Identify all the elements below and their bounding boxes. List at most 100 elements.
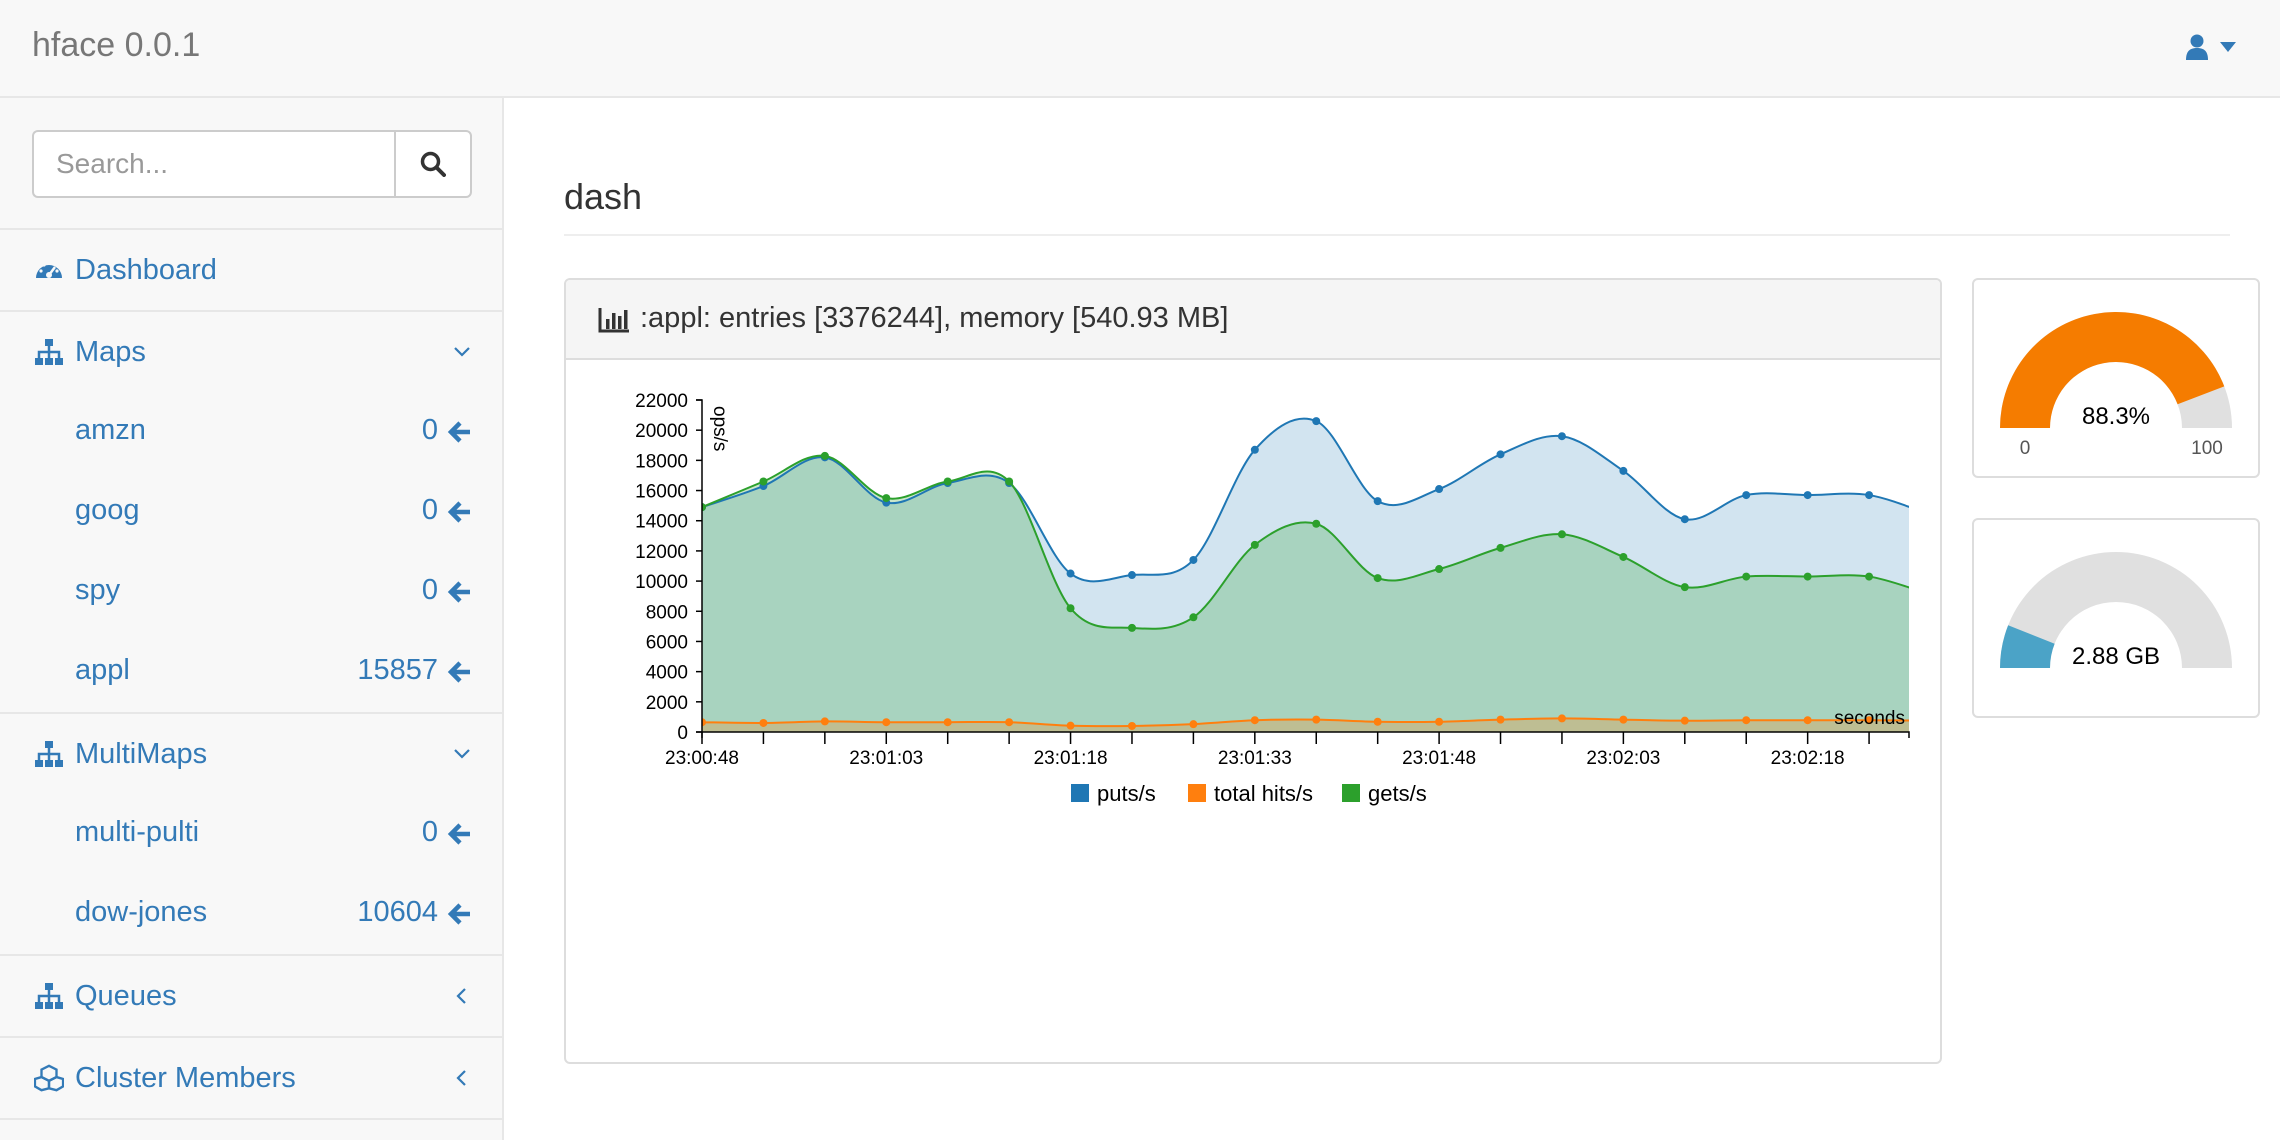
data-point-getss xyxy=(820,451,829,460)
x-tick-label: 23:01:33 xyxy=(1218,748,1292,769)
multimap-count: 10604 xyxy=(357,896,438,928)
y-tick-label: 0 xyxy=(677,723,688,744)
arrow-left-icon xyxy=(447,501,470,523)
data-point-getss xyxy=(1865,572,1874,581)
chevron-down-icon xyxy=(454,347,470,357)
data-point-putss xyxy=(1312,417,1321,426)
map-item-spy[interactable]: spy 0 xyxy=(0,552,502,632)
search-group xyxy=(32,130,472,198)
x-tick-label: 23:02:18 xyxy=(1771,748,1845,769)
data-point-getss xyxy=(1250,540,1259,549)
data-point-getss xyxy=(759,477,768,486)
multimap-name: multi-pulti xyxy=(75,816,200,848)
sidebar: Dashboard Maps amzn 0 goog 0 spy 0 appl … xyxy=(0,98,504,1140)
chevron-down-icon xyxy=(454,749,470,759)
data-point-getss xyxy=(1680,583,1689,592)
data-point-totalhitss xyxy=(1557,714,1566,723)
gauge-min-label: 0 xyxy=(2020,438,2031,459)
x-tick-label: 23:01:18 xyxy=(1034,748,1108,769)
map-name: appl xyxy=(75,654,130,686)
data-point-totalhitss xyxy=(759,718,768,727)
data-point-getss xyxy=(1312,519,1321,528)
legend-item: total hits/s xyxy=(1188,781,1313,806)
data-point-putss xyxy=(1127,571,1136,580)
title-divider xyxy=(564,234,2230,236)
hit-ratio-gauge: 88.3% 0 100 xyxy=(2000,311,2232,459)
legend-label: total hits/s xyxy=(1214,781,1313,806)
map-item-goog[interactable]: goog 0 xyxy=(0,472,502,552)
data-point-totalhitss xyxy=(1496,715,1505,724)
x-tick-label: 23:00:48 xyxy=(665,748,739,769)
map-count: 0 xyxy=(421,494,438,526)
data-point-getss xyxy=(1189,613,1198,622)
data-point-totalhitss xyxy=(1803,716,1812,725)
cubes-icon xyxy=(34,1064,64,1092)
map-name: amzn xyxy=(75,414,146,446)
multimap-item-dow-jones[interactable]: dow-jones 10604 xyxy=(0,874,502,954)
map-count: 0 xyxy=(421,574,438,606)
arrow-left-icon xyxy=(447,823,470,845)
map-count: 15857 xyxy=(357,654,438,686)
data-point-totalhitss xyxy=(1619,715,1628,724)
data-point-getss xyxy=(1496,543,1505,552)
top-navbar: hface 0.0.1 xyxy=(0,0,2280,98)
page-title: dash xyxy=(564,176,643,217)
sidebar-item-cluster-members[interactable]: Cluster Members xyxy=(0,1038,502,1118)
gauge-value: 88.3% xyxy=(2082,403,2150,430)
user-menu[interactable] xyxy=(2186,34,2236,60)
data-point-putss xyxy=(1742,491,1751,500)
sidebar-item-dashboard[interactable]: Dashboard xyxy=(0,230,502,310)
map-name: goog xyxy=(75,494,140,526)
y-tick-label: 18000 xyxy=(635,451,688,472)
data-point-putss xyxy=(1496,450,1505,459)
chart-panel-title: :appl: entries [3376244], memory [540.93… xyxy=(640,302,1229,334)
sidebar-item-multimaps[interactable]: MultiMaps xyxy=(0,714,502,794)
data-point-totalhitss xyxy=(1189,720,1198,729)
data-point-totalhitss xyxy=(1005,718,1014,727)
arrow-left-icon xyxy=(447,421,470,443)
map-item-appl[interactable]: appl 15857 xyxy=(0,632,502,712)
legend-swatch xyxy=(1071,784,1089,802)
bar-chart-icon xyxy=(598,308,629,333)
sidebar-item-label: Queues xyxy=(75,979,177,1012)
search-button[interactable] xyxy=(394,130,472,198)
caret-down-icon xyxy=(2220,42,2236,52)
data-point-putss xyxy=(1189,555,1198,564)
map-item-amzn[interactable]: amzn 0 xyxy=(0,392,502,472)
arrow-left-icon xyxy=(447,581,470,603)
hit-ratio-gauge-panel: 88.3% 0 100 xyxy=(1972,278,2260,478)
data-point-getss xyxy=(1373,574,1382,583)
data-point-totalhitss xyxy=(1066,721,1075,730)
data-point-putss xyxy=(1557,432,1566,441)
legend-item: gets/s xyxy=(1342,781,1427,806)
data-point-getss xyxy=(1435,565,1444,574)
x-tick-label: 23:01:48 xyxy=(1402,748,1476,769)
multimap-count: 0 xyxy=(421,816,438,848)
data-point-totalhitss xyxy=(943,718,952,727)
data-point-totalhitss xyxy=(1680,716,1689,725)
data-point-getss xyxy=(943,477,952,486)
gauge-max-label: 100 xyxy=(2191,438,2223,459)
search-input[interactable] xyxy=(32,130,396,198)
x-tick-label: 23:01:03 xyxy=(849,748,923,769)
sitemap-icon xyxy=(35,741,63,767)
ops-area-chart: 0 2000 4000 6000 8000 10000 12000 14000 16000 180… xyxy=(635,391,1910,806)
y-tick-label: 14000 xyxy=(635,512,688,533)
data-point-totalhitss xyxy=(1373,717,1382,726)
legend-item: puts/s xyxy=(1071,781,1156,806)
data-point-getss xyxy=(1557,530,1566,539)
legend-swatch xyxy=(1342,784,1360,802)
data-point-putss xyxy=(1680,515,1689,524)
multimap-item-multi-pulti[interactable]: multi-pulti 0 xyxy=(0,794,502,874)
data-point-putss xyxy=(1435,485,1444,494)
sidebar-item-maps[interactable]: Maps xyxy=(0,312,502,392)
app-brand[interactable]: hface 0.0.1 xyxy=(32,26,200,65)
sidebar-item-queues[interactable]: Queues xyxy=(0,956,502,1036)
user-icon xyxy=(2186,34,2208,60)
legend-label: gets/s xyxy=(1368,781,1427,806)
x-axis-line xyxy=(701,731,1910,738)
data-point-totalhitss xyxy=(1127,721,1136,730)
sidebar-divider xyxy=(0,1118,502,1120)
data-point-totalhitss xyxy=(1742,716,1751,725)
map-count: 0 xyxy=(421,414,438,446)
